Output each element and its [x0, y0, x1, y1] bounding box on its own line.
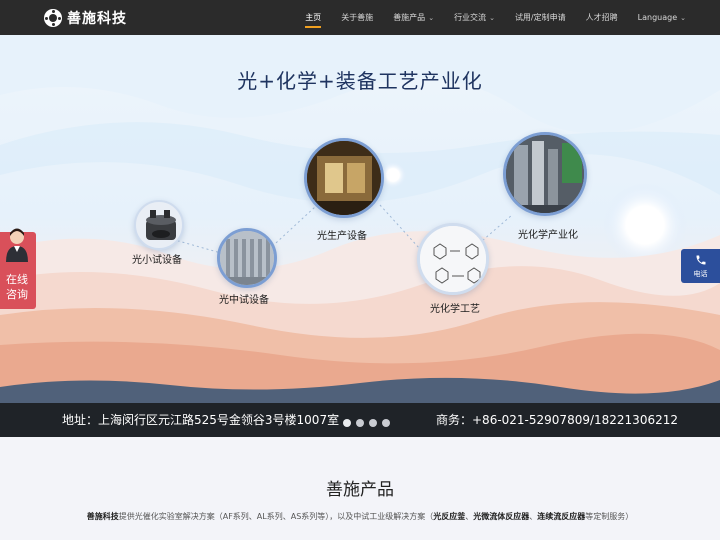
nav-label: 试用/定制申请 — [514, 13, 566, 22]
address-text: 地址：上海闵行区元江路525号金领谷3号楼1007室 — [62, 413, 340, 427]
carousel-dot[interactable] — [343, 419, 351, 427]
node-label[interactable]: 光生产设备 — [317, 227, 367, 242]
nav-item-products[interactable]: 善施产品 ⌄ — [393, 0, 434, 35]
node-image-pilot-equipment[interactable] — [217, 228, 277, 288]
product-link[interactable]: 光反应釜 — [433, 512, 465, 521]
node-image-photochemistry-process[interactable] — [417, 223, 489, 295]
node-image-industrialization[interactable] — [503, 132, 587, 216]
node-label[interactable]: 光中试设备 — [219, 291, 269, 306]
phone-label: 电话 — [693, 270, 708, 278]
business-phone-text: 商务：+86-021-52907809/18221306212 — [436, 413, 678, 427]
section-description: 善施科技提供光催化实验室解决方案（AF系列、AL系列、AS系列等），以及中试工业… — [0, 511, 720, 522]
customer-service-avatar — [6, 228, 28, 262]
chevron-down-icon: ⌄ — [489, 13, 495, 22]
nav-label: 善施产品 — [393, 13, 426, 22]
phone-contact-button[interactable]: 电话 — [681, 249, 720, 283]
carousel-dot[interactable] — [382, 419, 390, 427]
main-nav: 主页 关于善施 善施产品 ⌄ 行业交流 ⌄ 试用/定制申请 人才招聘 Languag… — [285, 0, 686, 35]
carousel-pagination — [343, 419, 395, 427]
nav-item-about[interactable]: 关于善施 — [341, 0, 373, 35]
nav-item-language[interactable]: Language ⌄ — [638, 0, 686, 35]
top-nav-bar: 善施科技 主页 关于善施 善施产品 ⌄ 行业交流 ⌄ 试用/定制申请 人才招聘 La… — [0, 0, 720, 35]
phone-icon — [696, 255, 706, 265]
node-label[interactable]: 光小试设备 — [132, 251, 182, 266]
nav-item-careers[interactable]: 人才招聘 — [586, 0, 618, 35]
hero-banner[interactable]: 光+化学+装备工艺产业化 光小试设备 光中试设备 光生产设备 光化学工艺 光化学… — [0, 35, 720, 437]
products-section: 善施产品 善施科技提供光催化实验室解决方案（AF系列、AL系列、AS系列等），以… — [0, 437, 720, 540]
consult-label: 在线 咨询 — [6, 272, 32, 302]
product-link[interactable]: 连续流反应器 — [537, 512, 585, 521]
nav-label: Language — [637, 13, 678, 22]
desc-text: 等定制服务） — [585, 512, 634, 521]
node-image-lab-equipment[interactable] — [134, 200, 184, 250]
nav-label: 行业交流 — [454, 13, 487, 22]
brand-logo[interactable]: 善施科技 — [44, 8, 127, 28]
online-consult-button[interactable]: 在线 咨询 — [0, 228, 36, 309]
consult-line: 咨询 — [6, 288, 28, 301]
product-link[interactable]: 光微流体反应器 — [473, 512, 529, 521]
consult-line: 在线 — [6, 273, 28, 286]
node-image-production-equipment[interactable] — [304, 138, 384, 218]
nav-item-industry[interactable]: 行业交流 ⌄ — [454, 0, 495, 35]
section-title: 善施产品 — [326, 480, 394, 500]
nav-label: 关于善施 — [341, 13, 374, 22]
desc-text: 提供光催化实验室解决方案（AF系列、AL系列、AS系列等），以及中试工业级解决方… — [118, 512, 434, 521]
nav-label: 主页 — [305, 13, 322, 22]
chevron-down-icon: ⌄ — [428, 13, 435, 22]
chevron-down-icon: ⌄ — [680, 13, 686, 22]
brand-highlight: 善施科技 — [86, 512, 119, 521]
carousel-dot[interactable] — [356, 419, 364, 427]
nav-item-trial[interactable]: 试用/定制申请 — [515, 0, 566, 35]
node-label[interactable]: 光化学产业化 — [518, 226, 578, 241]
hero-title: 光+化学+装备工艺产业化 — [237, 69, 483, 93]
node-label[interactable]: 光化学工艺 — [430, 300, 480, 315]
nav-label: 人才招聘 — [585, 13, 618, 22]
carousel-dot[interactable] — [369, 419, 377, 427]
logo-icon — [44, 9, 62, 27]
nav-item-home[interactable]: 主页 — [305, 0, 322, 35]
brand-name: 善施科技 — [67, 11, 127, 27]
